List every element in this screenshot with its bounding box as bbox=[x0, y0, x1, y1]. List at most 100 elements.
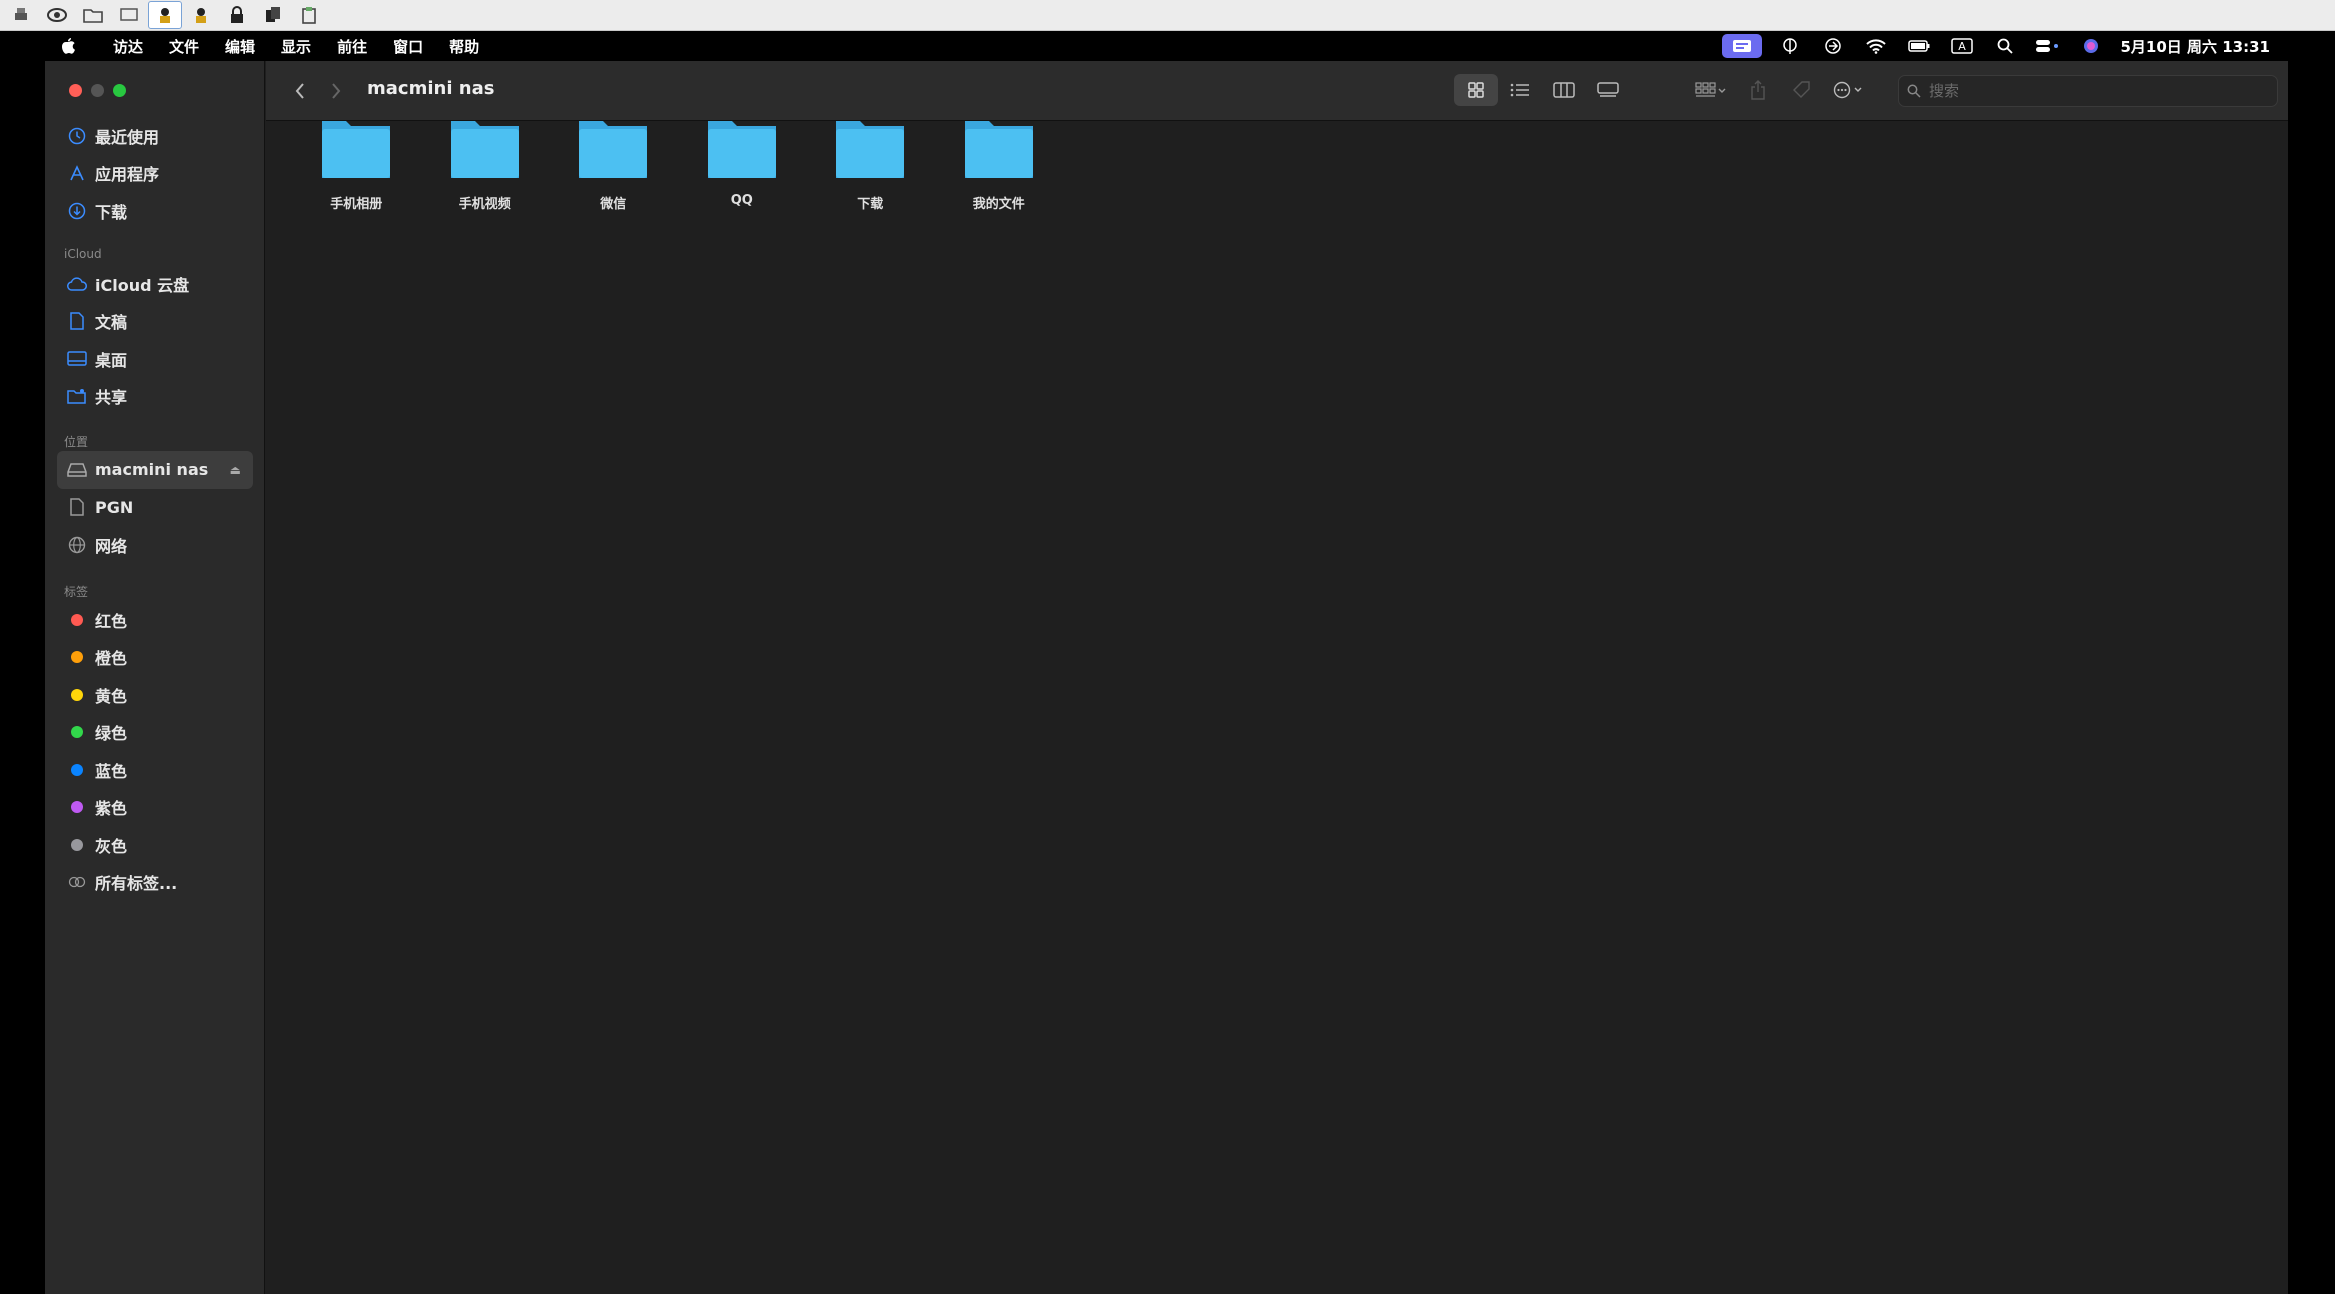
menu-file[interactable]: 文件 bbox=[156, 36, 212, 57]
copy-icon[interactable] bbox=[256, 1, 290, 29]
column-view-button[interactable] bbox=[1542, 74, 1586, 106]
menu-edit[interactable]: 编辑 bbox=[212, 36, 268, 57]
group-by-button[interactable] bbox=[1686, 74, 1736, 106]
share-button[interactable] bbox=[1736, 74, 1780, 106]
share-icon bbox=[1751, 80, 1765, 100]
sidebar-item-label: iCloud 云盘 bbox=[95, 275, 190, 295]
sync-icon[interactable] bbox=[1818, 34, 1848, 58]
sidebar-tag-gray[interactable]: 灰色 bbox=[45, 826, 265, 864]
more-actions-button[interactable] bbox=[1824, 74, 1874, 106]
sidebar-item-label: 所有标签... bbox=[95, 874, 178, 894]
sidebar-item-applications[interactable]: 应用程序 bbox=[45, 155, 265, 193]
sidebar-item-desktop[interactable]: 桌面 bbox=[45, 340, 265, 378]
back-button[interactable] bbox=[286, 77, 314, 105]
sidebar-item-all-tags[interactable]: 所有标签... bbox=[45, 864, 265, 902]
sidebar-item-label: 橙色 bbox=[95, 649, 128, 669]
eye-icon[interactable] bbox=[40, 1, 74, 29]
sidebar-tag-red[interactable]: 红色 bbox=[45, 601, 265, 639]
forward-button[interactable] bbox=[322, 77, 350, 105]
sidebar-item-label: 紫色 bbox=[95, 799, 128, 819]
sidebar-favorites: 最近使用 应用程序 下载 bbox=[45, 117, 265, 230]
toolbar-actions bbox=[1686, 74, 1874, 106]
icon-view-button[interactable] bbox=[1454, 74, 1498, 106]
finder-window: 最近使用 应用程序 下载 iCloud iCloud 云盘 文稿 桌面 共享 位… bbox=[45, 61, 2288, 1294]
sidebar-item-label: 绿色 bbox=[95, 724, 128, 744]
menu-finder[interactable]: 访达 bbox=[100, 36, 156, 57]
screen-icon[interactable] bbox=[112, 1, 146, 29]
input-source-icon[interactable]: A bbox=[1947, 34, 1977, 58]
apple-menu-icon[interactable] bbox=[60, 37, 100, 55]
svg-text:A: A bbox=[1959, 40, 1967, 53]
minimize-button[interactable] bbox=[91, 84, 104, 97]
folder-item[interactable]: 手机相册 bbox=[292, 121, 421, 212]
menu-go[interactable]: 前往 bbox=[324, 36, 380, 57]
siri-icon[interactable] bbox=[2076, 34, 2106, 58]
sidebar-item-documents[interactable]: 文稿 bbox=[45, 303, 265, 341]
section-header-icloud: iCloud bbox=[64, 247, 102, 261]
sidebar-item-shared[interactable]: 共享 bbox=[45, 378, 265, 416]
columns-icon bbox=[1553, 82, 1575, 98]
tag-dot bbox=[71, 763, 83, 776]
menu-help[interactable]: 帮助 bbox=[436, 36, 492, 57]
ellipsis-circle-icon bbox=[1833, 81, 1862, 99]
search-field[interactable] bbox=[1898, 75, 2278, 107]
gallery-view-button[interactable] bbox=[1586, 74, 1630, 106]
tag-dot bbox=[71, 726, 83, 739]
folder-item[interactable]: 手机视频 bbox=[421, 121, 550, 212]
wifi-icon[interactable] bbox=[1861, 34, 1891, 58]
folder-open-icon[interactable] bbox=[76, 1, 110, 29]
lock-icon[interactable] bbox=[220, 1, 254, 29]
person-icon[interactable] bbox=[184, 1, 218, 29]
sidebar-item-network[interactable]: 网络 bbox=[45, 526, 265, 564]
person-active-icon[interactable] bbox=[148, 1, 182, 29]
tag-green-icon bbox=[67, 722, 87, 742]
all-tags-icon bbox=[67, 872, 87, 892]
zoom-button[interactable] bbox=[113, 84, 126, 97]
tag-icon bbox=[1793, 81, 1810, 98]
eject-icon[interactable]: ⏏ bbox=[230, 463, 241, 477]
menu-view[interactable]: 显示 bbox=[268, 36, 324, 57]
tag-gray-icon bbox=[67, 835, 87, 855]
group-icon bbox=[1695, 82, 1726, 97]
sidebar-item-macmini-nas[interactable]: macmini nas ⏏ bbox=[57, 451, 253, 489]
sidebar-tag-yellow[interactable]: 黄色 bbox=[45, 676, 265, 714]
clipboard-icon[interactable] bbox=[292, 1, 326, 29]
folder-icon bbox=[579, 121, 648, 178]
list-view-button[interactable] bbox=[1498, 74, 1542, 106]
folder-item[interactable]: 下载 bbox=[806, 121, 935, 212]
document-icon bbox=[67, 311, 87, 331]
folder-label: 下载 bbox=[857, 197, 884, 212]
folder-item[interactable]: 我的文件 bbox=[935, 121, 1064, 212]
sidebar-tag-green[interactable]: 绿色 bbox=[45, 714, 265, 752]
sidebar-item-label: 黄色 bbox=[95, 686, 128, 706]
menubar-clock[interactable]: 5月10日 周六 13:31 bbox=[2120, 36, 2270, 57]
sidebar-tag-orange[interactable]: 橙色 bbox=[45, 639, 265, 677]
menu-window[interactable]: 窗口 bbox=[380, 36, 436, 57]
sidebar-tag-purple[interactable]: 紫色 bbox=[45, 789, 265, 827]
sidebar-item-recents[interactable]: 最近使用 bbox=[45, 117, 265, 155]
control-center-icon[interactable] bbox=[2033, 34, 2063, 58]
sidebar: 最近使用 应用程序 下载 iCloud iCloud 云盘 文稿 桌面 共享 位… bbox=[45, 61, 265, 1294]
folder-label: 我的文件 bbox=[972, 197, 1025, 212]
sidebar-item-icloud-drive[interactable]: iCloud 云盘 bbox=[45, 265, 265, 303]
printer-icon[interactable] bbox=[4, 1, 38, 29]
status-area: A 5月10日 周六 13:31 bbox=[1709, 31, 2335, 61]
tag-dot bbox=[71, 688, 83, 701]
folder-label: 手机视频 bbox=[458, 197, 511, 212]
sidebar-item-downloads[interactable]: 下载 bbox=[45, 192, 265, 230]
close-button[interactable] bbox=[69, 84, 82, 97]
sidebar-item-pgn[interactable]: PGN bbox=[45, 489, 265, 527]
screen-share-icon[interactable] bbox=[1722, 34, 1763, 58]
tag-orange-icon bbox=[67, 647, 87, 667]
folder-item[interactable]: 微信 bbox=[549, 121, 678, 212]
folder-item[interactable]: QQ bbox=[678, 121, 807, 212]
folder-label: 手机相册 bbox=[330, 197, 383, 212]
tag-button[interactable] bbox=[1780, 74, 1824, 106]
clock-icon bbox=[67, 126, 87, 146]
folder-icon bbox=[707, 121, 776, 178]
battery-icon[interactable] bbox=[1904, 34, 1934, 58]
pen-icon[interactable] bbox=[1775, 34, 1805, 58]
search-input[interactable] bbox=[1927, 81, 2257, 101]
spotlight-icon[interactable] bbox=[1990, 34, 2020, 58]
sidebar-tag-blue[interactable]: 蓝色 bbox=[45, 751, 265, 789]
